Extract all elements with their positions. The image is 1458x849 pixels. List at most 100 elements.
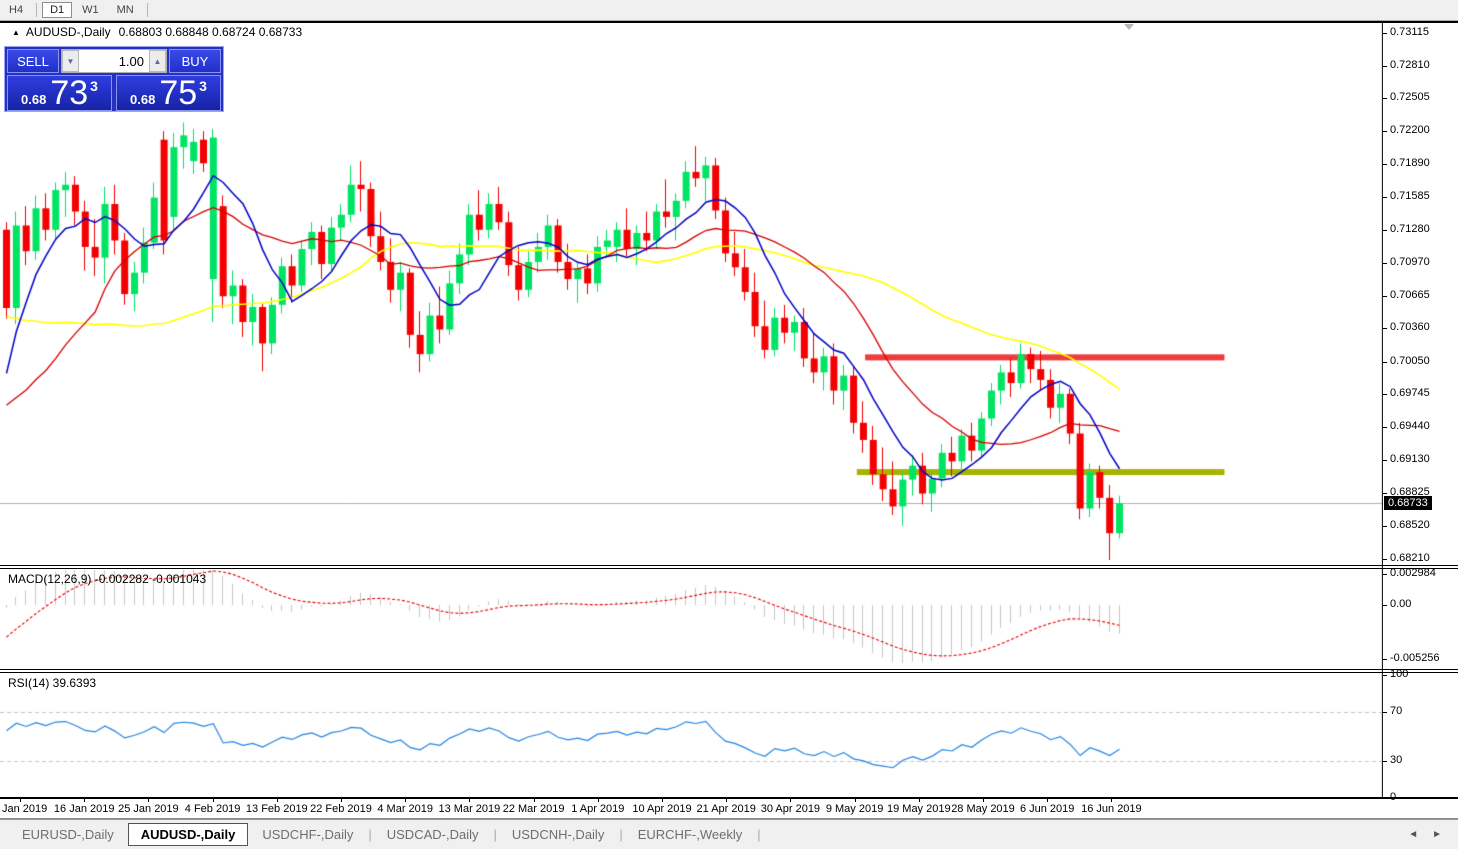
symbol-tab-usdchf[interactable]: USDCHF-,Daily (248, 824, 367, 845)
tab-divider: | (756, 827, 761, 842)
period-button-h4[interactable]: H4 (1, 2, 31, 18)
period-button-d1[interactable]: D1 (42, 2, 72, 18)
rsi-tick-label-tick (1383, 761, 1387, 762)
macd-tick-label: 0.002984 (1390, 567, 1436, 579)
price-tick-label: 0.70970 (1390, 256, 1430, 268)
pane-separator[interactable] (0, 565, 1458, 566)
pane-separator[interactable] (0, 669, 1458, 670)
price-tick-label: 0.69130 (1390, 453, 1430, 465)
symbol-tab-eurusd[interactable]: EURUSD-,Daily (8, 824, 128, 845)
chart-top-border (0, 21, 1458, 23)
toolbar-divider (147, 3, 148, 17)
mt4-window: H4 D1 W1 MN 0.731150.728100.725050.72200… (0, 0, 1458, 849)
sell-price-display[interactable]: 0.68 73 3 (7, 75, 112, 111)
tab-scroll-left-icon[interactable]: ◄ (1408, 829, 1418, 840)
period-toolbar: H4 D1 W1 MN (0, 0, 1458, 21)
current-price-label: 0.68733 (1384, 496, 1432, 510)
price-tick-label-tick (1383, 427, 1387, 428)
date-tick (20, 799, 21, 802)
symbol-tab-eurchf[interactable]: EURCHF-,Weekly (624, 824, 757, 845)
chart-title: ▲ AUDUSD-,Daily 0.68803 0.68848 0.68724 … (12, 25, 302, 39)
price-tick-label-tick (1383, 33, 1387, 34)
price-tick-label: 0.71585 (1390, 190, 1430, 202)
price-tick-label-tick (1383, 98, 1387, 99)
price-tick-label: 0.69440 (1390, 420, 1430, 432)
macd-tick-label-tick (1383, 605, 1387, 606)
date-tick (148, 799, 149, 802)
sell-button[interactable]: SELL (7, 49, 59, 73)
price-tick-label: 0.72810 (1390, 59, 1430, 71)
date-tick (790, 799, 791, 802)
date-tick (662, 799, 663, 802)
symbol-collapse-icon[interactable]: ▲ (12, 28, 20, 37)
price-tick-label-tick (1383, 66, 1387, 67)
buy-price-display[interactable]: 0.68 75 3 (116, 75, 221, 111)
date-tick (726, 799, 727, 802)
price-axis[interactable]: 0.731150.728100.725050.722000.718900.715… (1383, 20, 1458, 799)
date-tick (341, 799, 342, 802)
buy-price-pip: 3 (199, 78, 207, 94)
sell-price-pip: 3 (90, 78, 98, 94)
price-tick-label-tick (1383, 164, 1387, 165)
price-tick-label-tick (1383, 460, 1387, 461)
rsi-tick-label: 30 (1390, 754, 1402, 766)
symbol-tab-usdcad[interactable]: USDCAD-,Daily (373, 824, 493, 845)
date-tick-label: 16 Jun 2019 (1071, 803, 1151, 815)
macd-tick-label: -0.005256 (1390, 652, 1440, 664)
rsi-indicator-label: RSI(14) 39.6393 (8, 676, 96, 690)
price-tick-label-tick (1383, 559, 1387, 560)
date-tick (534, 799, 535, 802)
date-tick (598, 799, 599, 802)
price-tick-label-tick (1383, 328, 1387, 329)
price-tick-label: 0.71890 (1390, 157, 1430, 169)
toolbar-divider (36, 3, 37, 17)
sell-price-small: 0.68 (21, 92, 46, 107)
period-button-mn[interactable]: MN (109, 2, 142, 18)
chart-title-ohlc: 0.68803 0.68848 0.68724 0.68733 (119, 25, 303, 39)
price-tick-label-tick (1383, 263, 1387, 264)
macd-indicator-label: MACD(12,26,9) -0.002282 -0.001043 (8, 572, 206, 586)
price-tick-label-tick (1383, 394, 1387, 395)
price-tick-label: 0.68520 (1390, 519, 1430, 531)
price-tick-label: 0.70665 (1390, 289, 1430, 301)
price-tick-label-tick (1383, 296, 1387, 297)
rsi-tick-label: 70 (1390, 705, 1402, 717)
chart-shift-marker-icon[interactable] (1124, 24, 1134, 30)
sell-price-big: 73 (50, 76, 88, 110)
date-tick (1111, 799, 1112, 802)
period-button-w1[interactable]: W1 (74, 2, 107, 18)
chart-plot-area[interactable] (0, 20, 1383, 799)
macd-tick-label: 0.00 (1390, 598, 1411, 610)
date-tick (213, 799, 214, 802)
volume-stepper: ▼ 1.00 ▲ (61, 49, 167, 73)
pane-separator[interactable] (0, 568, 1458, 569)
buy-price-big: 75 (159, 76, 197, 110)
symbol-tab-usdcnh[interactable]: USDCNH-,Daily (498, 824, 618, 845)
price-tick-label-tick (1383, 131, 1387, 132)
price-tick-label: 0.69745 (1390, 387, 1430, 399)
pane-separator[interactable] (0, 672, 1458, 673)
price-tick-label: 0.70050 (1390, 355, 1430, 367)
price-tick-label-tick (1383, 493, 1387, 494)
tab-scroll-right-icon[interactable]: ► (1432, 829, 1442, 840)
price-tick-label: 0.72505 (1390, 91, 1430, 103)
rsi-tick-label-tick (1383, 712, 1387, 713)
volume-increase-icon[interactable]: ▲ (149, 50, 166, 72)
volume-input[interactable]: 1.00 (79, 50, 149, 72)
date-tick (983, 799, 984, 802)
date-axis[interactable]: 7 Jan 201916 Jan 201925 Jan 20194 Feb 20… (0, 799, 1383, 818)
volume-decrease-icon[interactable]: ▼ (62, 50, 79, 72)
price-tick-label: 0.70360 (1390, 321, 1430, 333)
date-tick (469, 799, 470, 802)
price-tick-label-tick (1383, 362, 1387, 363)
date-tick (84, 799, 85, 802)
rsi-tick-label-tick (1383, 675, 1387, 676)
price-tick-label: 0.68210 (1390, 552, 1430, 564)
date-tick (405, 799, 406, 802)
macd-tick-label-tick (1383, 574, 1387, 575)
price-tick-label-tick (1383, 526, 1387, 527)
date-tick (277, 799, 278, 802)
buy-button[interactable]: BUY (169, 49, 221, 73)
symbol-tab-audusd[interactable]: AUDUSD-,Daily (128, 823, 249, 846)
date-tick (1047, 799, 1048, 802)
